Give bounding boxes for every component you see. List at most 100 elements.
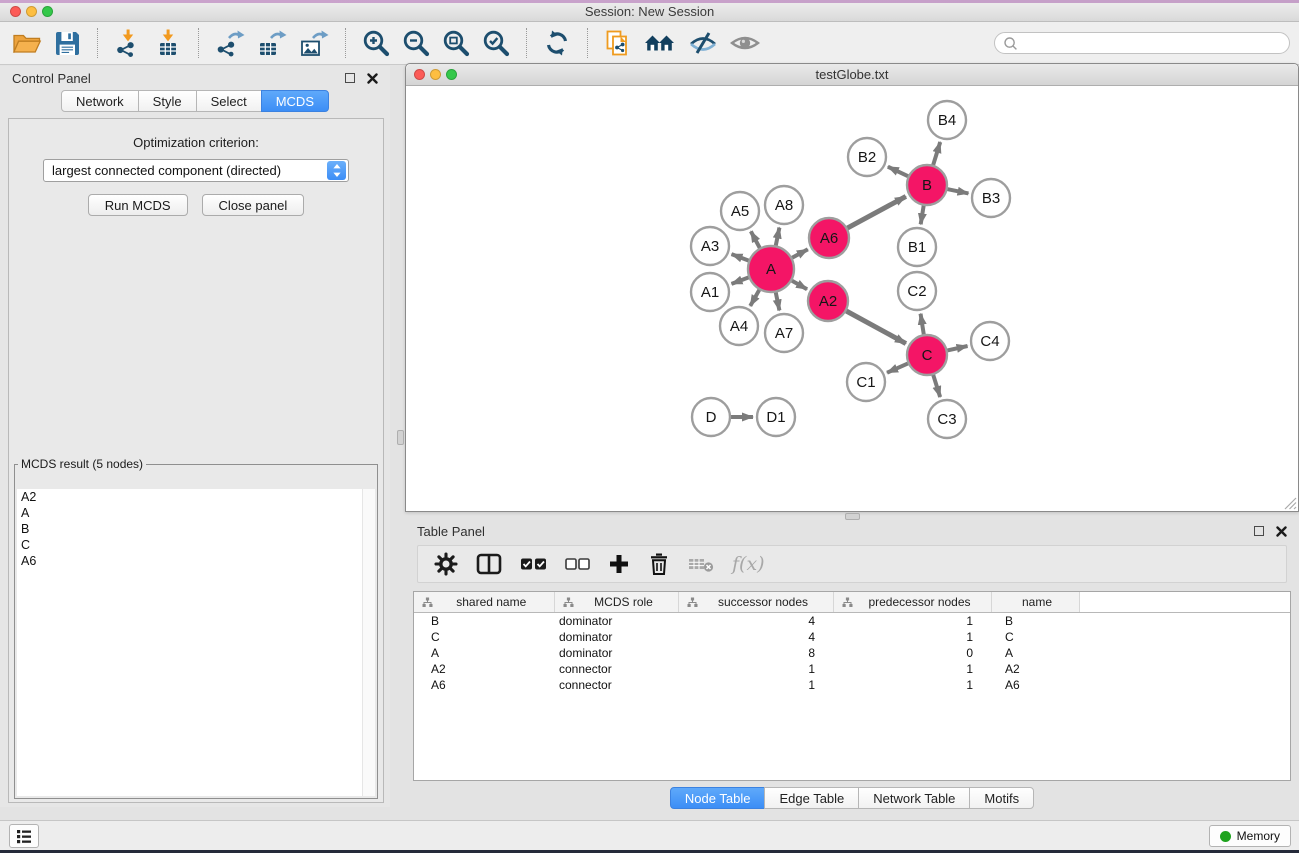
graph-edge-C-C3[interactable] (932, 372, 940, 397)
graph-node-C3[interactable]: C3 (928, 400, 966, 438)
graph-node-C2[interactable]: C2 (898, 272, 936, 310)
table-row[interactable]: Bdominator41B (414, 613, 1290, 629)
close-panel-icon[interactable] (367, 73, 378, 84)
table-row[interactable]: A2connector11A2 (414, 661, 1290, 677)
graph-node-A3[interactable]: A3 (691, 227, 729, 265)
column-header-successor-nodes[interactable]: successor nodes (678, 592, 833, 613)
network-from-file-button[interactable] (604, 29, 632, 57)
table-row[interactable]: Cdominator41C (414, 629, 1290, 645)
graph-edge-C-C4[interactable] (945, 346, 968, 351)
select-all-rows-button[interactable] (520, 557, 547, 571)
graph-edge-B-B3[interactable] (945, 189, 969, 194)
close-window-button[interactable] (10, 6, 21, 17)
graph-node-B1[interactable]: B1 (898, 228, 936, 266)
tab-edge-table[interactable]: Edge Table (764, 787, 859, 809)
column-header-predecessor-nodes[interactable]: predecessor nodes (833, 592, 991, 613)
graph-node-C4[interactable]: C4 (971, 322, 1009, 360)
graph-node-A2[interactable]: A2 (808, 281, 848, 321)
function-builder-button[interactable]: f(x) (732, 553, 765, 575)
table-options-button[interactable] (434, 552, 458, 576)
tab-network-table[interactable]: Network Table (858, 787, 970, 809)
graph-node-A5[interactable]: A5 (721, 192, 759, 230)
result-item[interactable]: A2 (17, 489, 375, 505)
run-mcds-button[interactable]: Run MCDS (88, 194, 188, 216)
graph-node-A4[interactable]: A4 (720, 307, 758, 345)
zoom-out-button[interactable] (402, 29, 430, 57)
graph-edge-B-B1[interactable] (921, 203, 924, 225)
search-box[interactable] (994, 32, 1290, 54)
column-header-shared-name[interactable]: shared name (414, 592, 554, 613)
zoom-selected-button[interactable] (482, 29, 510, 57)
result-scrollbar[interactable] (362, 489, 375, 796)
close-panel-icon[interactable] (1276, 526, 1287, 537)
close-view-button[interactable] (414, 69, 425, 80)
graph-node-B[interactable]: B (907, 165, 947, 205)
graph-node-A1[interactable]: A1 (691, 273, 729, 311)
graph-node-B4[interactable]: B4 (928, 101, 966, 139)
zoom-in-button[interactable] (362, 29, 390, 57)
graph-edge-A2-C[interactable] (844, 310, 906, 344)
export-image-button[interactable] (299, 29, 329, 57)
search-input[interactable] (1022, 36, 1281, 50)
float-panel-icon[interactable] (1254, 526, 1264, 536)
table-row[interactable]: Adominator80A (414, 645, 1290, 661)
resize-grip-icon[interactable] (1284, 497, 1297, 510)
graph-node-C1[interactable]: C1 (847, 363, 885, 401)
show-graphics-details-button[interactable] (730, 32, 760, 54)
panel-list-button[interactable] (9, 824, 39, 848)
graph-edge-A-A4[interactable] (750, 287, 760, 306)
graph-node-A8[interactable]: A8 (765, 186, 803, 224)
add-column-button[interactable] (608, 553, 630, 575)
network-window-titlebar[interactable]: testGlobe.txt (406, 64, 1298, 86)
node-table[interactable]: shared nameMCDS rolesuccessor nodesprede… (413, 591, 1291, 781)
tab-motifs[interactable]: Motifs (969, 787, 1034, 809)
open-session-button[interactable] (12, 31, 42, 56)
deselect-all-rows-button[interactable] (565, 558, 590, 570)
tab-network[interactable]: Network (61, 90, 139, 112)
graph-edge-B-B2[interactable] (888, 167, 911, 178)
criterion-select[interactable]: largest connected component (directed) (43, 159, 349, 182)
zoom-view-button[interactable] (446, 69, 457, 80)
tab-select[interactable]: Select (196, 90, 262, 112)
import-network-button[interactable] (114, 29, 142, 57)
graph-edge-C-C1[interactable] (887, 362, 911, 372)
vertical-splitter-handle[interactable] (397, 430, 404, 445)
graph-node-D1[interactable]: D1 (757, 398, 795, 436)
graph-edge-A-A5[interactable] (751, 231, 761, 250)
table-row[interactable]: A6connector11A6 (414, 677, 1290, 693)
zoom-window-button[interactable] (42, 6, 53, 17)
delete-columns-button[interactable] (648, 552, 670, 576)
result-item[interactable]: B (17, 521, 375, 537)
tab-mcds[interactable]: MCDS (261, 90, 329, 112)
show-columns-button[interactable] (476, 553, 502, 575)
minimize-view-button[interactable] (430, 69, 441, 80)
graph-edge-C-C2[interactable] (921, 314, 925, 337)
zoom-fit-button[interactable] (442, 29, 470, 57)
hide-graphics-details-button[interactable] (688, 30, 718, 56)
graph-node-D[interactable]: D (692, 398, 730, 436)
graph-node-B3[interactable]: B3 (972, 179, 1010, 217)
import-table-button[interactable] (154, 29, 182, 57)
float-panel-icon[interactable] (345, 73, 355, 83)
home-button[interactable] (644, 31, 676, 55)
tab-node-table[interactable]: Node Table (670, 787, 766, 809)
graph-node-C[interactable]: C (907, 335, 947, 375)
network-canvas[interactable]: AA1A2A3A4A5A6A7A8BB1B2B3B4CC1C2C3C4DD1 (406, 86, 1298, 511)
minimize-window-button[interactable] (26, 6, 37, 17)
export-table-button[interactable] (257, 29, 287, 57)
graph-node-A[interactable]: A (748, 246, 794, 292)
result-item[interactable]: A6 (17, 553, 375, 569)
graph-edge-A6-B[interactable] (845, 196, 906, 229)
close-panel-button[interactable]: Close panel (202, 194, 305, 216)
export-network-button[interactable] (215, 29, 245, 57)
column-header-mcds-role[interactable]: MCDS role (554, 592, 678, 613)
result-item[interactable]: C (17, 537, 375, 553)
memory-button[interactable]: Memory (1209, 825, 1291, 847)
column-header-name[interactable]: name (991, 592, 1079, 613)
refresh-button[interactable] (543, 29, 571, 57)
graph-node-A6[interactable]: A6 (809, 218, 849, 258)
save-session-button[interactable] (54, 30, 81, 57)
result-item[interactable]: A (17, 505, 375, 521)
graph-node-A7[interactable]: A7 (765, 314, 803, 352)
delete-table-button[interactable] (688, 556, 714, 572)
